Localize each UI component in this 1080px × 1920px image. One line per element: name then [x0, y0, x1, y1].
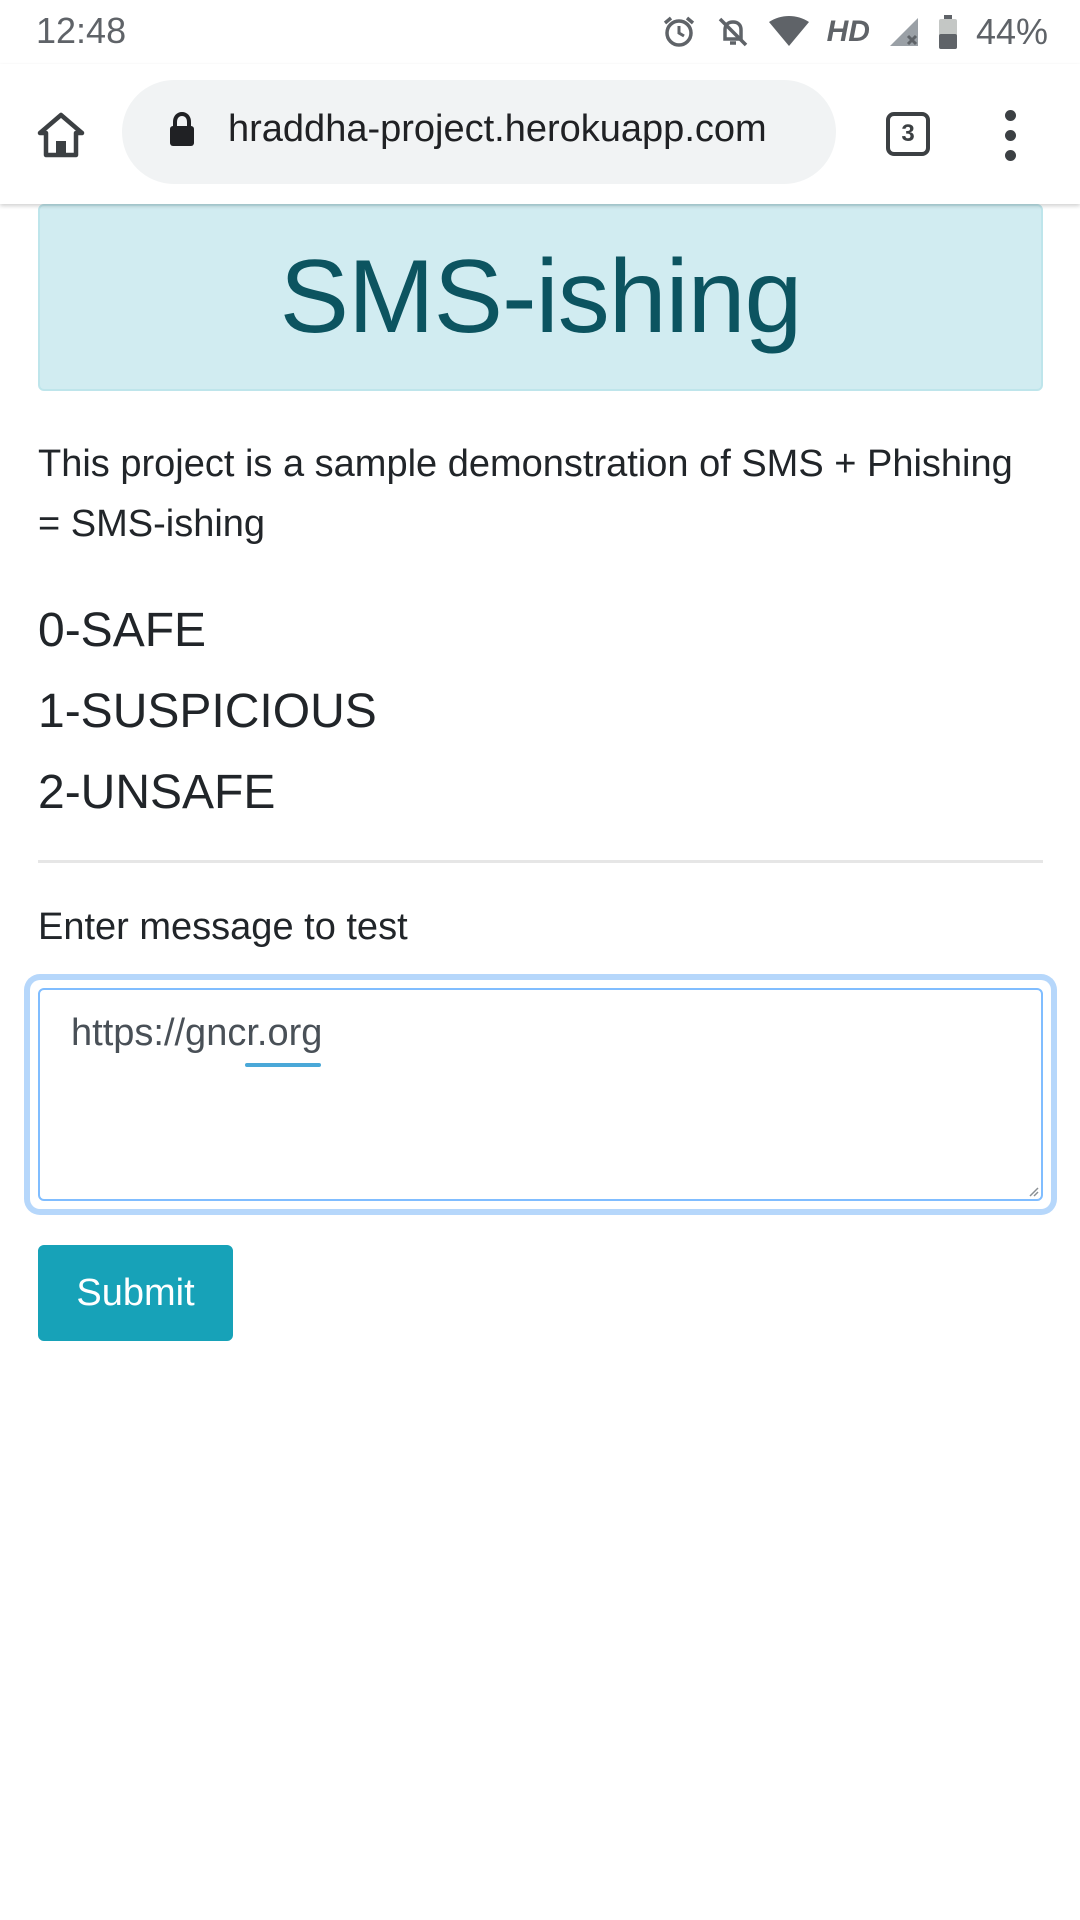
cell-signal-icon	[888, 16, 920, 48]
message-textarea-value: https://gncr.org	[71, 1012, 323, 1054]
tab-switcher-button[interactable]: 3	[880, 106, 936, 162]
risk-levels-list: 0-SAFE 1-SUSPICIOUS 2-UNSAFE	[38, 590, 377, 833]
address-bar[interactable]: hraddha-project.herokuapp.com	[122, 80, 836, 184]
more-vert-icon[interactable]	[980, 102, 1040, 168]
intro-text: This project is a sample demonstration o…	[38, 443, 1013, 545]
status-icons: HD 44%	[661, 10, 1048, 54]
url-text: hraddha-project.herokuapp.com	[228, 108, 767, 150]
level-suspicious: 1-SUSPICIOUS	[38, 685, 377, 738]
battery-icon	[938, 15, 958, 49]
spellcheck-underline	[245, 1063, 321, 1067]
menu-dot	[1004, 109, 1016, 121]
tabs-icon: 3	[886, 112, 930, 156]
lock-icon	[170, 112, 194, 146]
message-textarea-focus-ring: https://gncr.org	[30, 980, 1051, 1209]
menu-dot	[1004, 149, 1016, 161]
level-unsafe: 2-UNSAFE	[38, 766, 276, 819]
home-icon	[37, 112, 85, 158]
status-bar: 12:48 HD 44%	[0, 0, 1080, 64]
level-safe: 0-SAFE	[38, 604, 207, 657]
menu-dot	[1004, 129, 1016, 141]
browser-toolbar: hraddha-project.herokuapp.com 3	[0, 64, 1080, 204]
status-time: 12:48	[36, 10, 127, 51]
network-type-label: HD	[826, 15, 870, 48]
resize-grip-icon[interactable]	[1027, 1185, 1039, 1197]
title-banner: SMS-ishing	[38, 204, 1043, 391]
page-title: SMS-ishing	[279, 239, 803, 355]
divider	[38, 860, 1043, 863]
wifi-icon	[768, 16, 809, 48]
message-field-label: Enter message to test	[38, 906, 408, 948]
home-button[interactable]	[28, 102, 94, 168]
message-textarea[interactable]: https://gncr.org	[38, 988, 1043, 1201]
tab-count: 3	[901, 120, 915, 147]
notifications-off-icon	[715, 14, 751, 50]
submit-button[interactable]: Submit	[38, 1245, 233, 1341]
alarm-icon	[661, 14, 697, 50]
battery-level: 44%	[975, 11, 1048, 52]
